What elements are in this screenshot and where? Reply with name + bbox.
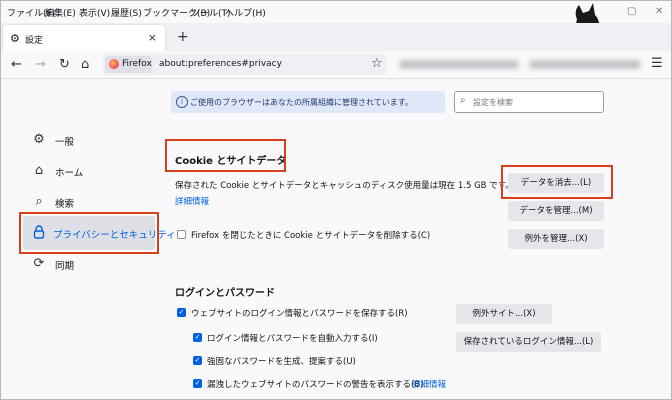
- restore-window-icon[interactable]: ▢: [627, 6, 636, 17]
- menu-view[interactable]: 表示(V): [79, 6, 110, 19]
- suggest-passwords-label: 強固なパスワードを生成、提案する(U): [207, 357, 356, 367]
- save-logins-label: ウェブサイトのログイン情報とパスワードを保存する(R): [191, 309, 408, 319]
- sidebar-item-label: 一般: [55, 137, 75, 148]
- close-window-icon[interactable]: ✕: [655, 6, 663, 17]
- highlight-box: [501, 165, 613, 199]
- browser-window: ファイル(F) 編集(E) 表示(V) 履歴(S) ブックマーク(B) ツール(…: [0, 0, 672, 400]
- login-exceptions-button[interactable]: 例外サイト...(X): [456, 304, 552, 324]
- cookie-usage-text: 保存された Cookie とサイトデータとキャッシュのディスク使用量は現在 1.…: [175, 181, 514, 191]
- tab-settings[interactable]: ⚙ 設定 ×: [3, 25, 165, 51]
- search-input[interactable]: [473, 95, 597, 109]
- menu-edit[interactable]: 編集(E): [45, 6, 76, 19]
- gear-icon: ⚙: [33, 132, 45, 147]
- saved-logins-button[interactable]: 保存されているログイン情報...(L): [456, 332, 601, 352]
- autofill-label: ログイン情報とパスワードを自動入力する(I): [207, 334, 378, 344]
- sidebar-item-label: 検索: [55, 199, 75, 210]
- breach-learn-more-link[interactable]: 詳細情報: [412, 378, 446, 390]
- nav-toolbar: ← → ↻ ⌂ Firefox about:preferences#privac…: [1, 51, 671, 79]
- forward-arrow-icon[interactable]: →: [35, 57, 46, 72]
- delete-on-close-checkbox[interactable]: [177, 230, 186, 239]
- menu-bar: ファイル(F) 編集(E) 表示(V) 履歴(S) ブックマーク(B) ツール(…: [1, 1, 671, 23]
- reload-icon[interactable]: ↻: [59, 57, 70, 72]
- sidebar-item-label: 同期: [55, 261, 75, 272]
- logins-section-heading: ログインとパスワード: [175, 288, 275, 299]
- highlight-box: [165, 139, 286, 172]
- save-logins-checkbox[interactable]: ✓: [177, 308, 186, 317]
- url-bar[interactable]: Firefox about:preferences#privacy: [103, 54, 387, 75]
- identity-label: Firefox: [122, 59, 152, 69]
- close-tab-icon[interactable]: ×: [148, 31, 157, 44]
- blurred-toolbar-area: [529, 60, 641, 69]
- search-icon: ⌕: [460, 95, 466, 106]
- new-tab-button[interactable]: +: [177, 29, 189, 45]
- manage-exceptions-button[interactable]: 例外を管理...(X): [508, 229, 604, 249]
- preferences-page: i ご使用のブラウザーはあなたの所属組織に管理されています。 ⌕ ⚙ 一般 ⌂ …: [1, 79, 671, 399]
- managed-policy-notice[interactable]: i ご使用のブラウザーはあなたの所属組織に管理されています。: [171, 91, 445, 113]
- search-icon: ⌕: [35, 194, 43, 209]
- autofill-checkbox[interactable]: ✓: [193, 333, 202, 342]
- suggest-passwords-checkbox[interactable]: ✓: [193, 356, 202, 365]
- blurred-toolbar-area: [399, 60, 519, 69]
- highlight-box: [19, 212, 159, 254]
- identity-box[interactable]: Firefox: [105, 56, 152, 73]
- menu-help[interactable]: ヘルプ(H): [225, 6, 266, 19]
- manage-data-button[interactable]: データを管理...(M): [508, 201, 604, 221]
- gear-icon: ⚙: [10, 32, 20, 45]
- menu-history[interactable]: 履歴(S): [111, 6, 142, 19]
- sidebar-item-label: ホーム: [55, 168, 84, 179]
- home-icon: ⌂: [34, 163, 44, 178]
- breach-alerts-checkbox[interactable]: ✓: [193, 379, 202, 388]
- sync-icon: ⟳: [33, 256, 45, 271]
- breach-alerts-label: 漏洩したウェブサイトのパスワードの警告を表示する(B): [207, 380, 424, 390]
- settings-search[interactable]: ⌕: [454, 91, 604, 113]
- home-icon[interactable]: ⌂: [81, 57, 89, 72]
- bookmark-star-icon[interactable]: ☆: [371, 56, 383, 71]
- tab-strip: ⚙ 設定 × +: [1, 23, 671, 51]
- cookie-learn-more-link[interactable]: 詳細情報: [175, 195, 209, 207]
- back-arrow-icon[interactable]: ←: [11, 57, 22, 72]
- notice-text: ご使用のブラウザーはあなたの所属組織に管理されています。: [190, 98, 413, 107]
- delete-on-close-label: Firefox を閉じたときに Cookie とサイトデータを削除する(C): [191, 231, 431, 241]
- firefox-logo-icon: [109, 59, 119, 69]
- menu-hamburger-icon[interactable]: ☰: [651, 56, 663, 71]
- url-text[interactable]: about:preferences#privacy: [159, 59, 282, 69]
- tab-title: 設定: [25, 36, 44, 46]
- info-icon: i: [176, 96, 188, 108]
